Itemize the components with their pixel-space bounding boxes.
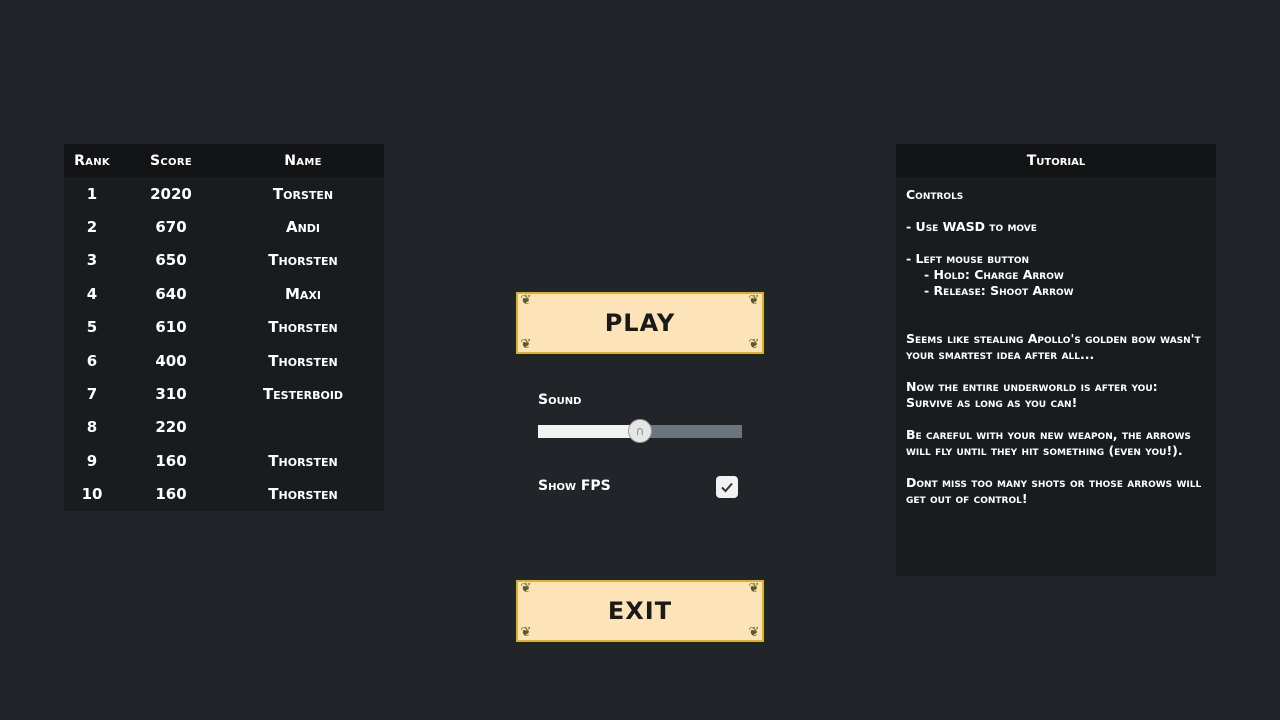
show-fps-label: Show FPS [538,478,611,494]
tutorial-title: Tutorial [896,144,1216,177]
rank-cell: 3 [86,251,98,270]
main-menu-screen: Rank Score Name 1 2020 Torsten 2 670 Andi 3 650… [0,0,1280,720]
table-row: 7 310 Testerboid [64,377,384,410]
score-cell: 670 [155,218,187,237]
table-row: 4 640 Maxi [64,277,384,310]
hold-instruction: - Hold: Charge Arrow [924,267,1064,282]
ornament-icon: ❦ [520,293,532,308]
leaderboard-panel: Rank Score Name 1 2020 Torsten 2 670 Andi 3 650… [64,144,384,511]
score-cell: 160 [155,451,187,470]
sound-slider[interactable]: ∩ [538,419,742,443]
name-cell: Thorsten [268,351,338,370]
score-cell: 400 [155,351,187,370]
rank-cell: 7 [86,385,98,404]
table-row: 10 160 Thorsten [64,478,384,511]
tutorial-text: Controls - Use WASD to move - Left mouse… [896,177,1216,507]
score-cell: 640 [155,284,187,303]
ornament-icon: ❦ [748,293,760,308]
story-paragraph: Now the entire underworld is after you: … [906,379,1158,410]
table-row: 8 220 [64,411,384,444]
rank-cell: 2 [86,218,98,237]
table-row: 5 610 Thorsten [64,311,384,344]
table-row: 1 2020 Torsten [64,177,384,210]
ornament-icon: ❦ [520,337,532,352]
ornament-icon: ❦ [520,625,532,640]
release-instruction: - Release: Shoot Arrow [924,283,1074,298]
story-paragraph: Seems like stealing Apollo's golden bow … [906,331,1201,362]
play-button[interactable]: ❦ ❦ ❦ ❦ PLAY [516,292,764,354]
table-row: 6 400 Thorsten [64,344,384,377]
rank-cell: 5 [86,318,98,337]
handle-grip-icon: ∩ [635,424,645,438]
table-row: 9 160 Thorsten [64,444,384,477]
table-row: 2 670 Andi [64,210,384,243]
ornament-icon: ❦ [520,581,532,596]
rank-cell: 10 [81,485,103,504]
leaderboard-rows: 1 2020 Torsten 2 670 Andi 3 650 Thorsten 4 640 Maxi… [64,177,384,511]
name-cell: Maxi [284,284,321,303]
sound-slider-handle[interactable]: ∩ [628,419,652,443]
checkmark-icon [721,482,733,493]
name-cell: Testerboid [262,385,344,404]
score-column-header: Score [150,152,192,169]
name-cell: Andi [285,218,321,237]
rank-cell: 1 [86,184,98,203]
move-instruction: - Use WASD to move [906,219,1037,234]
story-paragraph: Dont miss too many shots or those arrows… [906,475,1202,506]
rank-cell: 8 [86,418,98,437]
score-cell: 220 [155,418,187,437]
table-row: 3 650 Thorsten [64,244,384,277]
rank-cell: 4 [86,284,98,303]
mouse-instruction: - Left mouse button [906,251,1030,266]
name-cell: Thorsten [268,451,338,470]
story-paragraph: Be careful with your new weapon, the arr… [906,427,1191,458]
score-cell: 2020 [150,184,192,203]
name-cell: Torsten [272,184,334,203]
rank-cell: 6 [86,351,98,370]
sound-slider-fill [538,425,640,438]
score-cell: 610 [155,318,187,337]
name-cell: Thorsten [268,485,338,504]
controls-heading: Controls [906,187,964,202]
ornament-icon: ❦ [748,337,760,352]
score-cell: 310 [155,385,187,404]
rank-cell: 9 [86,451,98,470]
rank-column-header: Rank [74,152,110,169]
name-cell: Thorsten [268,251,338,270]
show-fps-checkbox[interactable] [716,476,738,498]
leaderboard-header: Rank Score Name [64,144,384,177]
play-button-label: PLAY [604,309,676,337]
name-column-header: Name [284,152,322,169]
tutorial-panel: Tutorial Controls - Use WASD to move - L… [896,144,1216,576]
sound-label: Sound [538,392,582,408]
ornament-icon: ❦ [748,625,760,640]
exit-button[interactable]: ❦ ❦ ❦ ❦ EXIT [516,580,764,642]
score-cell: 650 [155,251,187,270]
exit-button-label: EXIT [607,597,673,625]
ornament-icon: ❦ [748,581,760,596]
name-cell: Thorsten [268,318,338,337]
score-cell: 160 [155,485,187,504]
